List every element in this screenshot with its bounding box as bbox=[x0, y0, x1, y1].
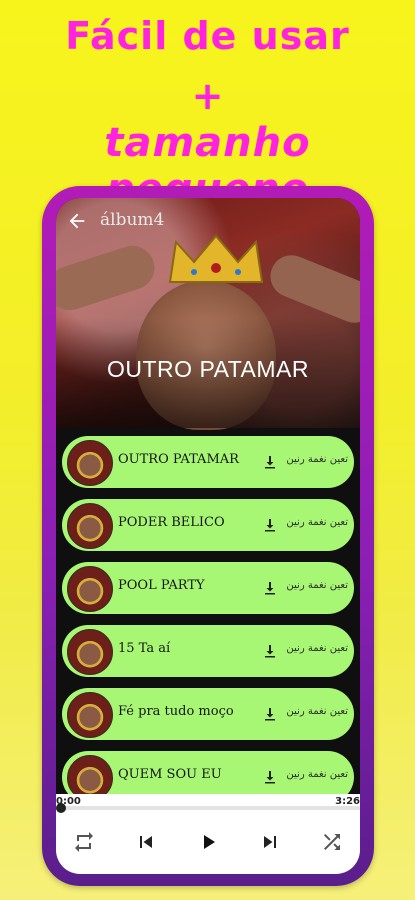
album-cover: álbum4 OUTRO PATAMAR bbox=[56, 198, 360, 430]
app-screen: álbum4 OUTRO PATAMAR OUTRO PATAMAR تعين … bbox=[56, 198, 360, 874]
song-title: PODER BÉLICO bbox=[118, 515, 225, 530]
set-ringtone-button[interactable]: تعين نغمة رنين bbox=[284, 517, 348, 528]
song-item[interactable]: PODER BÉLICO تعين نغمة رنين bbox=[62, 499, 354, 551]
song-title: 15 Ta aí bbox=[118, 641, 171, 656]
song-title: Fé pra tudo moço bbox=[118, 704, 234, 719]
shuffle-icon[interactable] bbox=[320, 830, 344, 854]
download-icon[interactable] bbox=[262, 643, 278, 659]
set-ringtone-button[interactable]: تعين نغمة رنين bbox=[284, 580, 348, 591]
song-item[interactable]: OUTRO PATAMAR تعين نغمة رنين bbox=[62, 436, 354, 488]
previous-icon[interactable] bbox=[134, 830, 158, 854]
top-bar: álbum4 bbox=[56, 198, 360, 244]
song-thumbnail bbox=[67, 629, 113, 675]
song-title: POOL PARTY bbox=[118, 578, 205, 593]
promo-line-2: + bbox=[191, 74, 224, 118]
album-title: OUTRO PATAMAR bbox=[107, 356, 309, 382]
song-item[interactable]: 15 Ta aí تعين نغمة رنين bbox=[62, 625, 354, 677]
download-icon[interactable] bbox=[262, 517, 278, 533]
download-icon[interactable] bbox=[262, 454, 278, 470]
promo-line-1: Fácil de usar bbox=[65, 14, 350, 58]
repeat-icon[interactable] bbox=[72, 830, 96, 854]
album-name: álbum4 bbox=[100, 210, 165, 230]
song-thumbnail bbox=[67, 440, 113, 486]
song-item[interactable]: Fé pra tudo moço تعين نغمة رنين bbox=[62, 688, 354, 740]
download-icon[interactable] bbox=[262, 706, 278, 722]
arrow-left-icon[interactable] bbox=[66, 210, 88, 232]
download-icon[interactable] bbox=[262, 580, 278, 596]
audio-player: 0:00 3:26 bbox=[56, 794, 360, 874]
set-ringtone-button[interactable]: تعين نغمة رنين bbox=[284, 643, 348, 654]
song-title: QUEM SOU EU bbox=[118, 767, 222, 782]
next-icon[interactable] bbox=[258, 830, 282, 854]
seek-bar[interactable] bbox=[56, 803, 360, 813]
set-ringtone-button[interactable]: تعين نغمة رنين bbox=[284, 454, 348, 465]
song-title: OUTRO PATAMAR bbox=[118, 452, 239, 467]
play-icon[interactable] bbox=[196, 830, 220, 854]
song-item[interactable]: POOL PARTY تعين نغمة رنين bbox=[62, 562, 354, 614]
song-thumbnail bbox=[67, 503, 113, 549]
song-thumbnail bbox=[67, 566, 113, 612]
song-thumbnail bbox=[67, 692, 113, 738]
download-icon[interactable] bbox=[262, 769, 278, 785]
set-ringtone-button[interactable]: تعين نغمة رنين bbox=[284, 769, 348, 780]
seek-handle[interactable] bbox=[56, 803, 67, 813]
cover-arm-left bbox=[56, 240, 161, 316]
set-ringtone-button[interactable]: تعين نغمة رنين bbox=[284, 706, 348, 717]
